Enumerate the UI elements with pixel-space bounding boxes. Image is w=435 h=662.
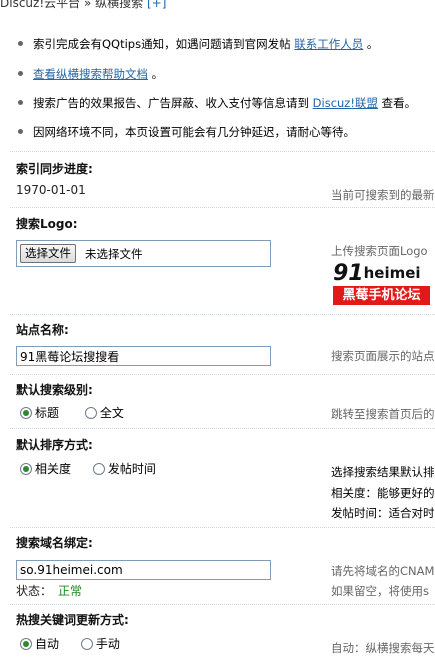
search-logo-hint: 上传搜索页面Logo: [331, 244, 428, 258]
site-name-hint: 搜索页面展示的站点: [331, 349, 435, 363]
domain-status: 状态： 正常: [16, 584, 83, 598]
tip-item: 索引完成会有QQtips通知，如遇问题请到官网发帖 联系工作人员 。: [18, 36, 378, 52]
contact-staff-link[interactable]: 联系工作人员: [294, 37, 363, 51]
sync-progress-value: 1970-01-01: [16, 183, 86, 197]
bullet-icon: [18, 129, 23, 134]
discuz-union-link[interactable]: Discuz!联盟: [313, 96, 378, 110]
divider: [10, 527, 435, 528]
hotword-hint: 自动：纵横搜索每天: [331, 641, 435, 655]
hotword-radio-group: 自动 手动: [20, 635, 142, 652]
site-name-input[interactable]: [16, 346, 271, 366]
bullet-icon: [18, 100, 23, 105]
sync-progress-label: 索引同步进度:: [16, 162, 93, 176]
logo-preview-image: 91heimei 黑莓手机论坛: [333, 261, 430, 306]
tip-item: 搜索广告的效果报告、广告屏蔽、收入支付等信息请到 Discuz!联盟 查看。: [18, 95, 416, 111]
breadcrumb: Discuz!云平台 » 纵横搜索 [+]: [0, 0, 166, 10]
radio-checked-icon[interactable]: [20, 406, 32, 419]
site-name-label: 站点名称:: [16, 323, 69, 337]
status-badge: 正常: [58, 584, 83, 598]
file-status-text: 未选择文件: [85, 247, 143, 261]
divider: [10, 151, 435, 152]
domain-input[interactable]: [16, 560, 271, 580]
search-level-title-radio[interactable]: 标题: [20, 404, 59, 421]
search-logo-label: 搜索Logo:: [16, 217, 78, 231]
search-level-hint: 跳转至搜索首页后的: [331, 407, 435, 421]
sort-order-hint-line: 发帖时间：适合对时: [331, 506, 435, 520]
domain-hint-line: 如果留空，将使用s: [331, 584, 429, 598]
hotword-auto-radio[interactable]: 自动: [20, 635, 59, 652]
radio-checked-icon[interactable]: [20, 462, 32, 475]
radio-checked-icon[interactable]: [20, 637, 32, 650]
breadcrumb-text: Discuz!云平台 » 纵横搜索: [0, 0, 144, 10]
help-doc-link[interactable]: 查看纵横搜索帮助文档: [33, 67, 148, 81]
sort-time-radio[interactable]: 发帖时间: [92, 460, 156, 477]
hotword-update-label: 热搜关键词更新方式:: [16, 613, 129, 627]
divider: [10, 314, 435, 315]
sync-progress-hint: 当前可搜索到的最新: [331, 188, 435, 202]
breadcrumb-expand-button[interactable]: [+]: [147, 0, 166, 10]
divider: [10, 428, 435, 429]
tip-item: 查看纵横搜索帮助文档 。: [18, 66, 163, 82]
domain-binding-label: 搜索域名绑定:: [16, 536, 93, 550]
radio-unchecked-icon[interactable]: [92, 462, 105, 475]
divider: [10, 374, 435, 375]
domain-hint-line: 请先将域名的CNAM: [331, 564, 435, 578]
sort-order-hint-line: 选择搜索结果默认排: [331, 465, 435, 479]
divider: [10, 604, 435, 605]
sort-order-hint-line: 相关度：能够更好的: [331, 486, 435, 500]
radio-unchecked-icon[interactable]: [80, 637, 93, 650]
bullet-icon: [18, 71, 23, 76]
search-level-fulltext-radio[interactable]: 全文: [84, 404, 124, 421]
choose-file-button[interactable]: 选择文件: [20, 244, 76, 263]
sort-order-radio-group: 相关度 发帖时间: [20, 460, 178, 477]
radio-unchecked-icon[interactable]: [84, 406, 97, 419]
search-level-label: 默认搜索级别:: [16, 383, 93, 397]
hotword-manual-radio[interactable]: 手动: [80, 635, 120, 652]
sort-relevance-radio[interactable]: 相关度: [20, 460, 71, 477]
search-level-radio-group: 标题 全文: [20, 404, 146, 421]
sort-order-label: 默认排序方式:: [16, 438, 93, 452]
logo-file-input[interactable]: 选择文件 未选择文件: [16, 240, 271, 267]
tip-item: 因网络环境不同，本页设置可能会有几分钟延迟，请耐心等待。: [18, 124, 355, 140]
bullet-icon: [18, 41, 23, 46]
divider: [10, 207, 435, 208]
